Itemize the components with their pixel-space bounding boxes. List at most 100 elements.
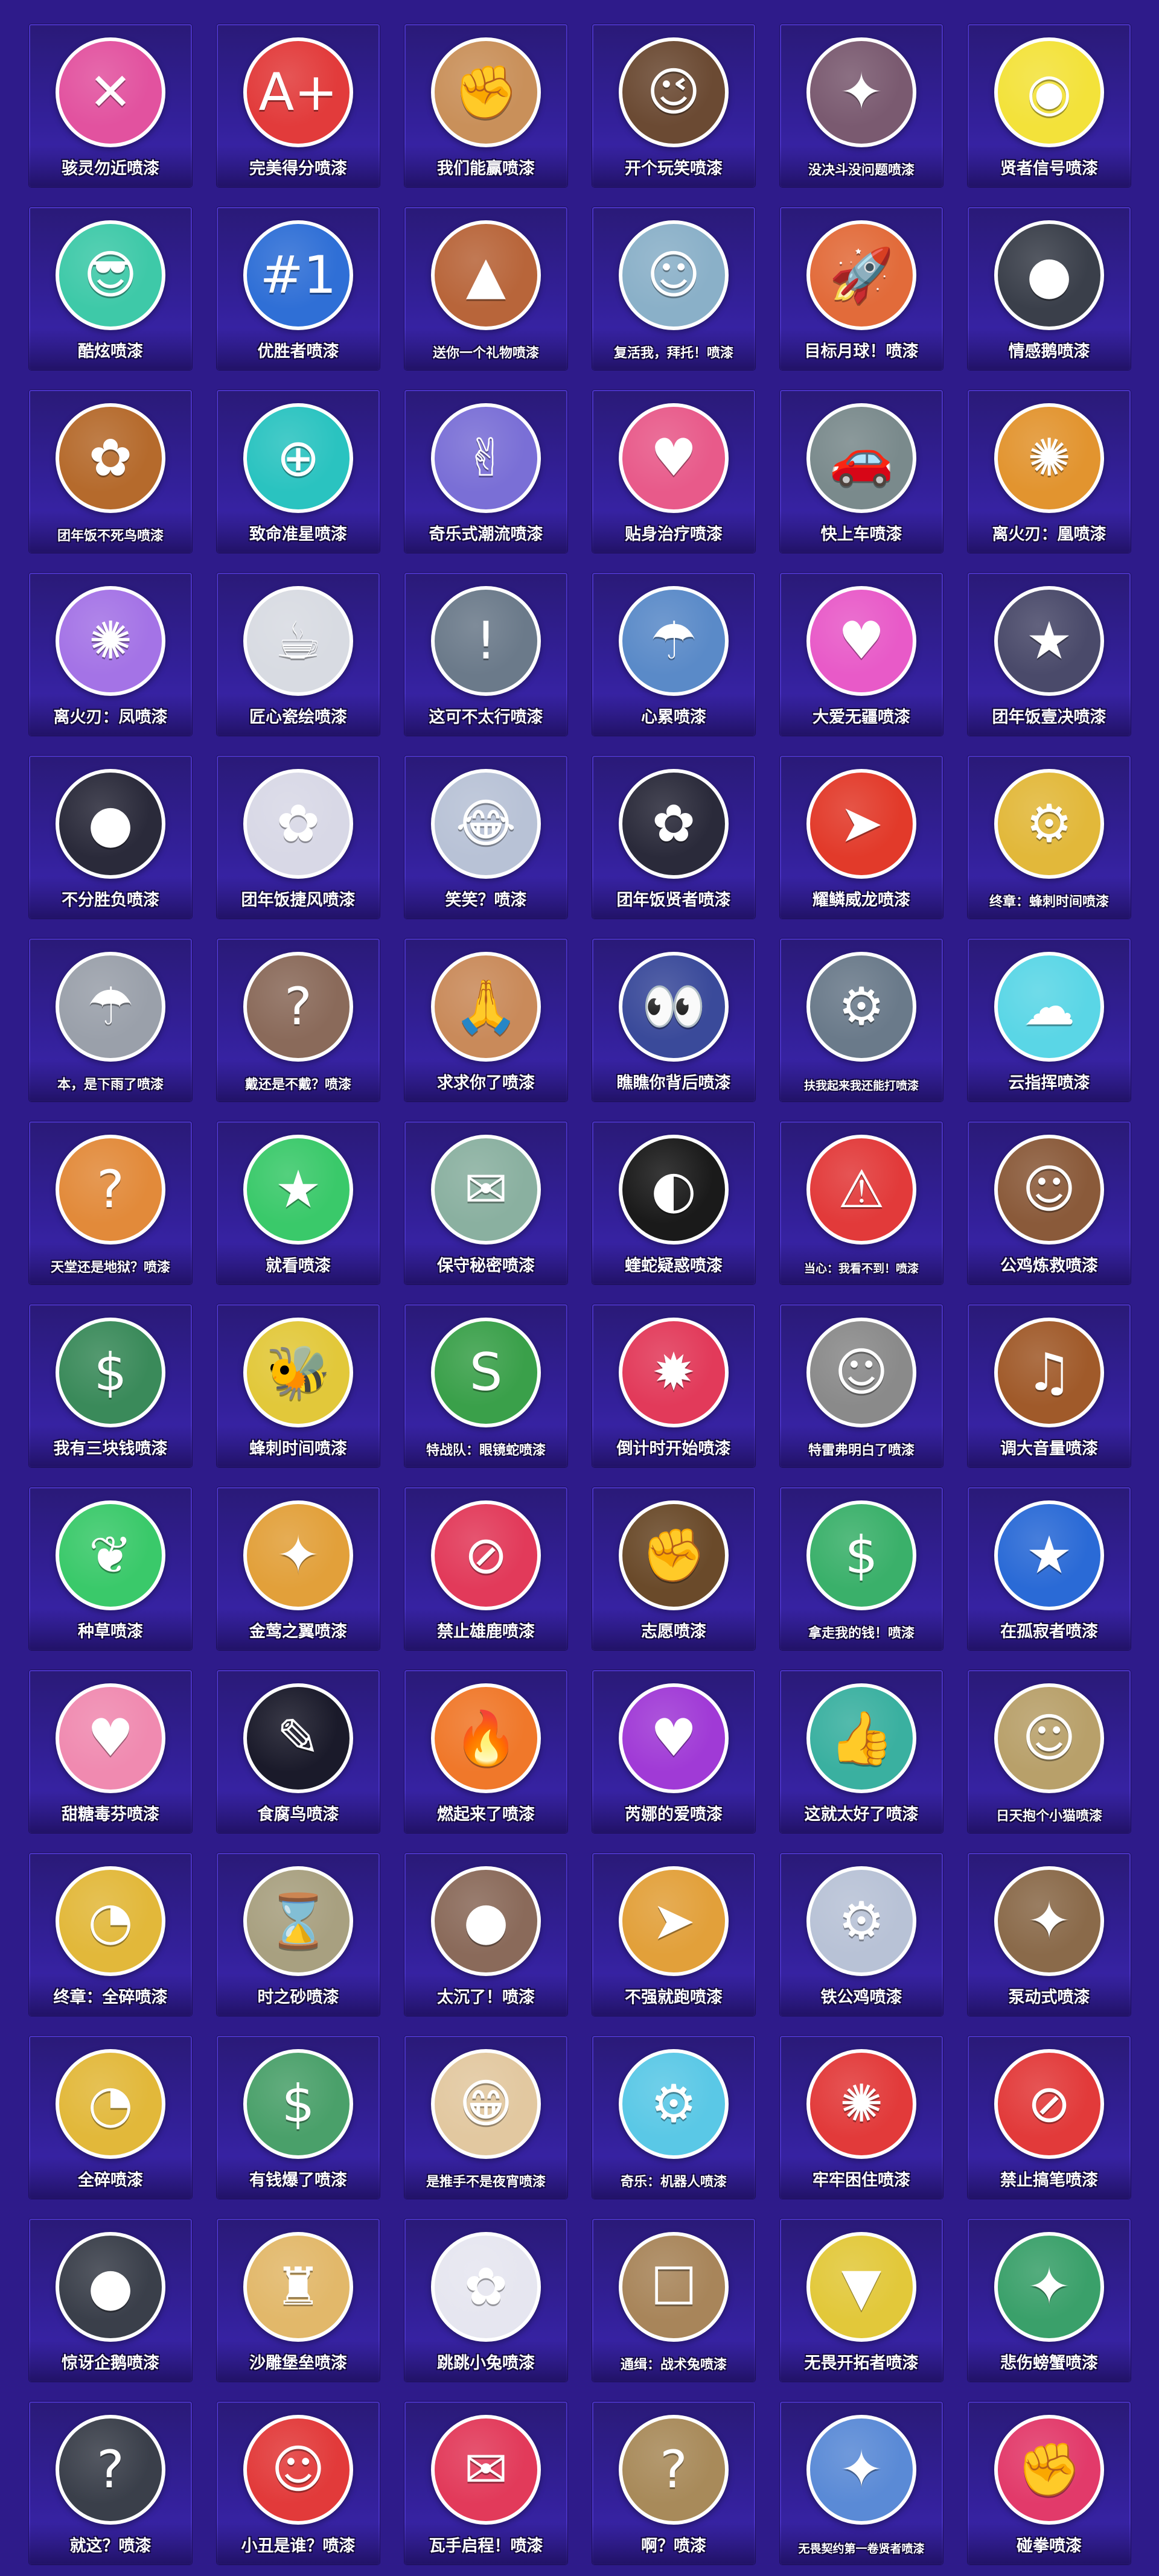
spray-tile[interactable]: ☺ 复活我，拜托！喷漆	[592, 207, 755, 370]
spray-tile[interactable]: S 特战队：眼镜蛇喷漆	[404, 1304, 567, 1467]
spray-tile[interactable]: ☺ 公鸡炼救喷漆	[968, 1121, 1131, 1284]
spray-name: 戴还是不戴？喷漆	[244, 1077, 351, 1092]
spray-tile[interactable]: ▼ 无畏开拓者喷漆	[780, 2219, 943, 2382]
spray-tile[interactable]: ▲ 送你一个礼物喷漆	[404, 207, 567, 370]
spray-artwork: ◐	[619, 1135, 729, 1245]
spray-tile[interactable]: ⚙ 奇乐：机器人喷漆	[592, 2036, 755, 2199]
spray-tile[interactable]: A+ 完美得分喷漆	[217, 24, 380, 187]
spray-tile[interactable]: 😎 酷炫喷漆	[29, 207, 192, 370]
spray-tile[interactable]: ✉ 瓦手启程！喷漆	[404, 2402, 567, 2565]
spray-artwork: S	[431, 1318, 541, 1427]
spray-tile[interactable]: ✊ 碰拳喷漆	[968, 2402, 1131, 2565]
spray-tile[interactable]: 🚀 目标月球！喷漆	[780, 207, 943, 370]
spray-tile[interactable]: ! 这可不太行喷漆	[404, 573, 567, 736]
spray-tile[interactable]: ● 惊讶企鹅喷漆	[29, 2219, 192, 2382]
spray-tile[interactable]: ? 戴还是不戴？喷漆	[217, 939, 380, 1101]
spray-tile[interactable]: ★ 在孤寂者喷漆	[968, 1487, 1131, 1650]
spray-tile[interactable]: ★ 就看喷漆	[217, 1121, 380, 1284]
spray-art: ✺	[801, 2047, 922, 2161]
spray-tile[interactable]: ◐ 蝰蛇疑惑喷漆	[592, 1121, 755, 1284]
spray-art: ?	[50, 2412, 171, 2527]
spray-tile[interactable]: ♥ 大爱无疆喷漆	[780, 573, 943, 736]
spray-tile[interactable]: ♥ 甜糖毒芬喷漆	[29, 1670, 192, 1833]
spray-tile[interactable]: ☕ 匠心瓷绘喷漆	[217, 573, 380, 736]
spray-tile[interactable]: ⌛ 时之砂喷漆	[217, 1853, 380, 2016]
spray-tile[interactable]: 😉 开个玩笑喷漆	[592, 24, 755, 187]
spray-name: 日天抱个小猫喷漆	[995, 1809, 1102, 1824]
spray-artwork: ✊	[431, 37, 541, 147]
spray-tile[interactable]: ✉ 保守秘密喷漆	[404, 1121, 567, 1284]
spray-name: 种草喷漆	[78, 1622, 143, 1641]
spray-tile[interactable]: ? 天堂还是地狱？喷漆	[29, 1121, 192, 1284]
spray-tile[interactable]: $ 有钱爆了喷漆	[217, 2036, 380, 2199]
spray-tile[interactable]: ? 就这？喷漆	[29, 2402, 192, 2565]
spray-tile[interactable]: ♫ 调大音量喷漆	[968, 1304, 1131, 1467]
spray-tile[interactable]: ✿ 团年饭贤者喷漆	[592, 756, 755, 919]
spray-tile[interactable]: ? 啊？喷漆	[592, 2402, 755, 2565]
spray-artwork: ✉	[431, 1135, 541, 1245]
spray-tile[interactable]: 👀 瞧瞧你背后喷漆	[592, 939, 755, 1101]
spray-tile[interactable]: ✌ 奇乐式潮流喷漆	[404, 390, 567, 553]
spray-tile[interactable]: ✦ 金莺之翼喷漆	[217, 1487, 380, 1650]
spray-tile[interactable]: ◉ 贤者信号喷漆	[968, 24, 1131, 187]
golden-wings-icon: ➤	[839, 794, 884, 854]
spray-tile[interactable]: ● 太沉了！喷漆	[404, 1853, 567, 2016]
spray-tile[interactable]: ⊕ 致命准星喷漆	[217, 390, 380, 553]
spray-tile[interactable]: ☂ 本，是下雨了喷漆	[29, 939, 192, 1101]
spray-tile[interactable]: ⊘ 禁止搞笔喷漆	[968, 2036, 1131, 2199]
spray-tile[interactable]: ★ 团年饭壹决喷漆	[968, 573, 1131, 736]
spray-tile[interactable]: ❦ 种草喷漆	[29, 1487, 192, 1650]
spray-tile[interactable]: ☂ 心累喷漆	[592, 573, 755, 736]
spray-tile[interactable]: 😂 笑笑？喷漆	[404, 756, 567, 919]
spray-tile[interactable]: ⚠ 当心：我看不到！喷漆	[780, 1121, 943, 1284]
spray-tile[interactable]: ✎ 食腐鸟喷漆	[217, 1670, 380, 1833]
spray-tile[interactable]: #1 优胜者喷漆	[217, 207, 380, 370]
spray-tile[interactable]: ⚙ 终章：蜂刺时间喷漆	[968, 756, 1131, 919]
spray-tile[interactable]: ☺ 特雷弗明白了喷漆	[780, 1304, 943, 1467]
spray-tile[interactable]: ✦ 泵动式喷漆	[968, 1853, 1131, 2016]
spray-tile[interactable]: $ 我有三块钱喷漆	[29, 1304, 192, 1467]
spray-tile[interactable]: ✦ 无畏契约第一卷贤者喷漆	[780, 2402, 943, 2565]
spray-tile[interactable]: ♥ 芮娜的爱喷漆	[592, 1670, 755, 1833]
fallen-robot-icon: ⚙	[838, 977, 885, 1037]
spray-tile[interactable]: ☺ 日天抱个小猫喷漆	[968, 1670, 1131, 1833]
spray-tile[interactable]: 🙏 求求你了喷漆	[404, 939, 567, 1101]
spray-tile[interactable]: ◔ 终章：全碎喷漆	[29, 1853, 192, 2016]
spray-tile[interactable]: ⚙ 扶我起来我还能打喷漆	[780, 939, 943, 1101]
spray-tile[interactable]: ⚙ 铁公鸡喷漆	[780, 1853, 943, 2016]
spray-tile[interactable]: $ 拿走我的钱！喷漆	[780, 1487, 943, 1650]
spray-art: ●	[989, 218, 1110, 333]
spray-tile[interactable]: ✦ 没决斗没问题喷漆	[780, 24, 943, 187]
spray-tile[interactable]: ● 情感鹅喷漆	[968, 207, 1131, 370]
spray-art: ✹	[613, 1315, 734, 1430]
spray-tile[interactable]: ✺ 离火刃：凰喷漆	[968, 390, 1131, 553]
spray-artwork: ⊕	[243, 403, 353, 513]
spray-tile[interactable]: ✹ 倒计时开始喷漆	[592, 1304, 755, 1467]
spray-tile[interactable]: ☺ 小丑是谁？喷漆	[217, 2402, 380, 2565]
spray-tile[interactable]: ✊ 我们能赢喷漆	[404, 24, 567, 187]
spray-tile[interactable]: 👍 这就太好了喷漆	[780, 1670, 943, 1833]
spray-tile[interactable]: ✿ 团年饭不死鸟喷漆	[29, 390, 192, 553]
spray-tile[interactable]: ◔ 全碎喷漆	[29, 2036, 192, 2199]
spray-tile[interactable]: 🐝 蜂刺时间喷漆	[217, 1304, 380, 1467]
spray-tile[interactable]: ✺ 离火刃：凤喷漆	[29, 573, 192, 736]
spray-tile[interactable]: ✊ 志愿喷漆	[592, 1487, 755, 1650]
spray-tile[interactable]: ✿ 跳跳小兔喷漆	[404, 2219, 567, 2382]
spray-tile[interactable]: ● 不分胜负喷漆	[29, 756, 192, 919]
spray-tile[interactable]: ✿ 团年饭捷风喷漆	[217, 756, 380, 919]
spray-tile[interactable]: ✕ 骇灵勿近喷漆	[29, 24, 192, 187]
spray-tile[interactable]: ➤ 耀鳞威龙喷漆	[780, 756, 943, 919]
spray-tile[interactable]: ☁ 云指挥喷漆	[968, 939, 1131, 1101]
spray-tile[interactable]: ♥ 贴身治疗喷漆	[592, 390, 755, 553]
spray-tile[interactable]: ♜ 沙雕堡垒喷漆	[217, 2219, 380, 2382]
speech-bubble-icon: ✉	[464, 2440, 508, 2500]
spray-tile[interactable]: ✦ 悲伤螃蟹喷漆	[968, 2219, 1131, 2382]
spray-tile[interactable]: ☐ 通缉：战术兔喷漆	[592, 2219, 755, 2382]
spray-tile[interactable]: 🚗 快上车喷漆	[780, 390, 943, 553]
spray-tile[interactable]: ➤ 不强就跑喷漆	[592, 1853, 755, 2016]
spray-tile[interactable]: 🔥 燃起来了喷漆	[404, 1670, 567, 1833]
spray-tile[interactable]: 😁 是推手不是夜宵喷漆	[404, 2036, 567, 2199]
spray-tile[interactable]: ✺ 牢牢困住喷漆	[780, 2036, 943, 2199]
spray-tile[interactable]: ⊘ 禁止雄鹿喷漆	[404, 1487, 567, 1650]
spray-art: ●	[50, 2230, 171, 2344]
